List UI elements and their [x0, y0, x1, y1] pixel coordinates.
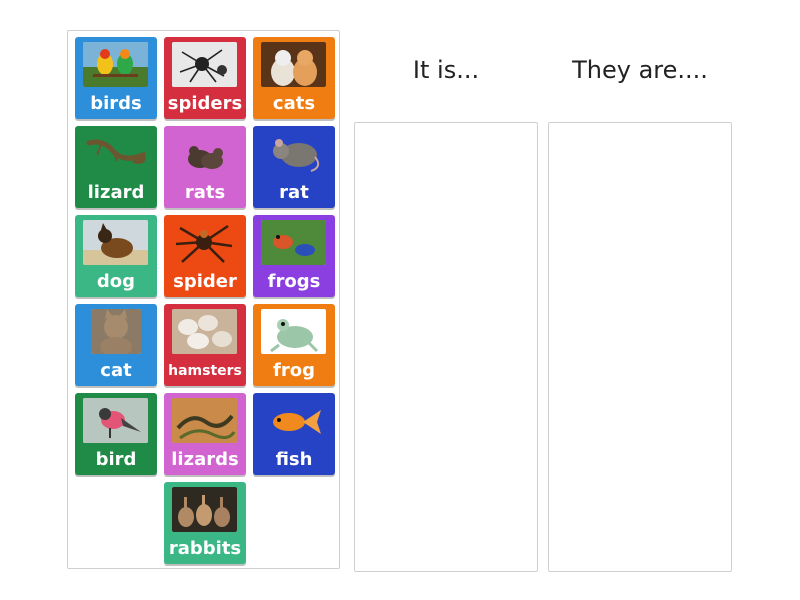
- card-cats[interactable]: cats: [253, 37, 335, 119]
- card-frog[interactable]: frog: [253, 304, 335, 386]
- card-label: rats: [184, 182, 226, 203]
- card-label: rat: [279, 182, 309, 203]
- card-label: hamsters: [168, 363, 242, 379]
- card-dog[interactable]: dog: [75, 215, 157, 297]
- card-label: lizards: [171, 449, 239, 470]
- card-rats[interactable]: rats: [164, 126, 246, 208]
- cat-photo-icon: [91, 309, 141, 354]
- card-spider[interactable]: spider: [164, 215, 246, 297]
- cats-photo-icon: [261, 42, 326, 87]
- column-heading-it-is: It is...: [412, 56, 480, 84]
- card-spiders[interactable]: spiders: [164, 37, 246, 119]
- frog-photo-icon: [261, 309, 326, 354]
- card-label: cats: [272, 93, 316, 114]
- card-bird[interactable]: bird: [75, 393, 157, 475]
- card-hamsters[interactable]: hamsters: [164, 304, 246, 386]
- rabbits-photo-icon: [172, 487, 237, 532]
- lizards-photo-icon: [172, 398, 237, 443]
- rats-photo-icon: [172, 131, 237, 176]
- card-label: frog: [273, 360, 315, 381]
- frogs-photo-icon: [261, 220, 326, 265]
- card-lizards[interactable]: lizards: [164, 393, 246, 475]
- bird-photo-icon: [83, 398, 148, 443]
- dog-photo-icon: [83, 220, 148, 265]
- dropzone-they-are[interactable]: [548, 122, 732, 572]
- card-rabbits[interactable]: rabbits: [164, 482, 246, 564]
- card-label: cat: [100, 360, 132, 381]
- card-label: spiders: [167, 93, 243, 114]
- card-label: spider: [173, 271, 237, 292]
- birds-photo-icon: [83, 42, 148, 87]
- card-label: birds: [90, 93, 142, 114]
- card-label: dog: [96, 271, 136, 292]
- card-birds[interactable]: birds: [75, 37, 157, 119]
- card-cat[interactable]: cat: [75, 304, 157, 386]
- card-lizard[interactable]: lizard: [75, 126, 157, 208]
- dropzone-it-is[interactable]: [354, 122, 538, 572]
- spider-photo-icon: [172, 220, 237, 265]
- fish-photo-icon: [261, 398, 326, 443]
- spiders-photo-icon: [172, 42, 237, 87]
- card-label: bird: [95, 449, 137, 470]
- card-label: frogs: [267, 271, 321, 292]
- card-label: lizard: [87, 182, 145, 203]
- lizard-photo-icon: [83, 131, 148, 176]
- rat-photo-icon: [261, 131, 326, 176]
- hamsters-photo-icon: [172, 309, 237, 354]
- card-rat[interactable]: rat: [253, 126, 335, 208]
- card-label: rabbits: [168, 538, 242, 559]
- card-frogs[interactable]: frogs: [253, 215, 335, 297]
- card-fish[interactable]: fish: [253, 393, 335, 475]
- card-label: fish: [275, 449, 313, 470]
- column-heading-they-are: They are....: [572, 56, 708, 84]
